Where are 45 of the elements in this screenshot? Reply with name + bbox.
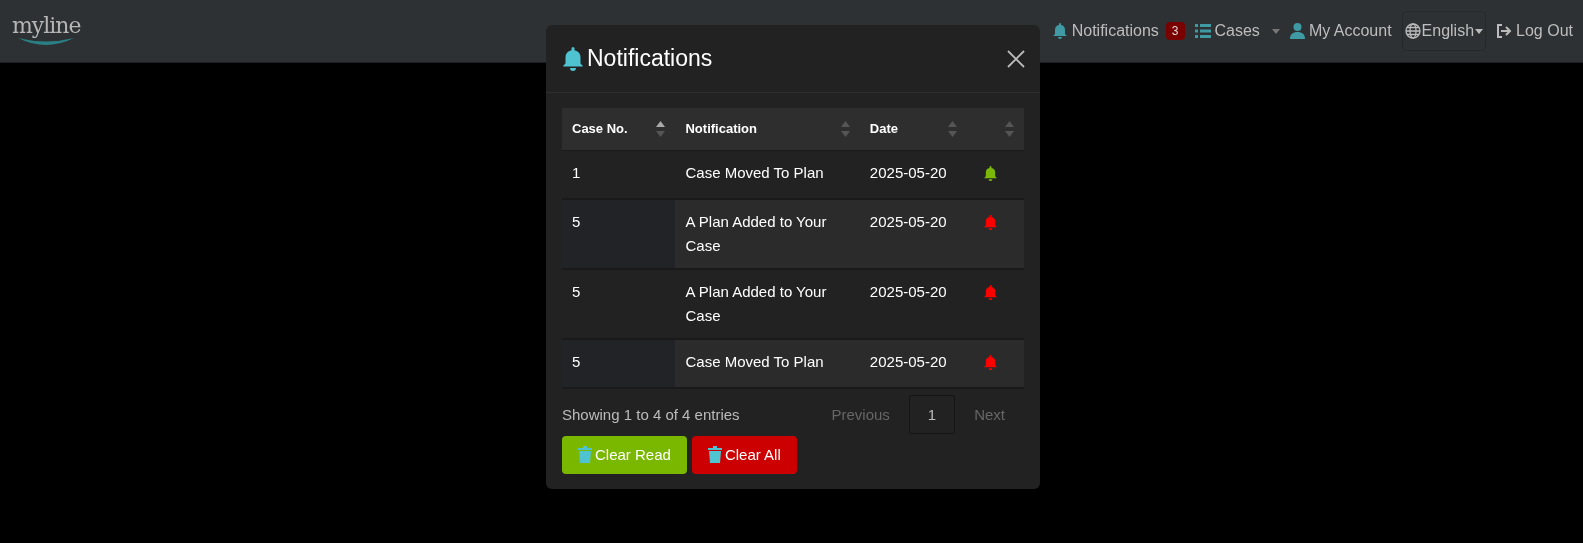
table-cell: A Plan Added to Your Case xyxy=(675,268,860,339)
nav-dropdown[interactable]: Cases xyxy=(1194,22,1280,40)
table-cell: 5 xyxy=(562,198,676,269)
caret-icon xyxy=(1271,28,1280,34)
bell-icon xyxy=(983,214,999,230)
table-cell: 2025-05-20 xyxy=(859,150,968,199)
table-cell: 5 xyxy=(562,338,676,388)
bell-icon xyxy=(983,354,999,370)
language-dropdown[interactable]: English xyxy=(1401,11,1487,51)
nav-link[interactable]: Log Out xyxy=(1496,22,1573,40)
dialog-title: Notifications xyxy=(587,45,713,72)
entries-info: Showing 1 to 4 of 4 entries xyxy=(562,405,740,423)
list-icon xyxy=(1194,24,1211,38)
trash-icon xyxy=(578,446,592,463)
column-header[interactable]: Date xyxy=(859,108,968,150)
logout-icon xyxy=(1496,24,1513,38)
nav-link[interactable]: Notifications 3 xyxy=(1051,22,1185,40)
table-cell: 2025-05-20 xyxy=(859,338,968,388)
count-badge: 3 xyxy=(1165,22,1185,40)
table-cell: Case Moved To Plan xyxy=(675,150,860,199)
column-header[interactable]: Notification xyxy=(675,108,860,150)
table-cell: A Plan Added to Your Case xyxy=(675,198,860,269)
table-cell: 5 xyxy=(562,268,676,339)
bell-icon xyxy=(983,165,999,181)
globe-icon xyxy=(1404,23,1421,39)
table-cell: 2025-05-20 xyxy=(859,198,968,269)
bell-icon xyxy=(983,284,999,300)
bell-icon xyxy=(1051,23,1068,39)
bell-icon xyxy=(561,46,585,71)
clear-all-button[interactable]: Clear All xyxy=(691,435,797,474)
caret-icon xyxy=(1475,28,1484,34)
table-cell: 1 xyxy=(562,150,676,199)
user-icon xyxy=(1289,23,1305,39)
trash-icon xyxy=(707,446,722,463)
sort-icon xyxy=(840,120,850,137)
logo[interactable]: myline xyxy=(12,15,81,37)
table-cell: 2025-05-20 xyxy=(859,268,968,339)
column-header[interactable]: Case No. xyxy=(562,108,676,150)
table-cell: Case Moved To Plan xyxy=(675,338,860,388)
sort-icon xyxy=(656,120,666,137)
close-button[interactable] xyxy=(1007,49,1025,68)
pagination-button[interactable]: 1 xyxy=(908,394,956,434)
nav-link[interactable]: My Account xyxy=(1289,22,1392,40)
sort-icon xyxy=(1005,120,1014,137)
sort-icon xyxy=(948,120,958,137)
